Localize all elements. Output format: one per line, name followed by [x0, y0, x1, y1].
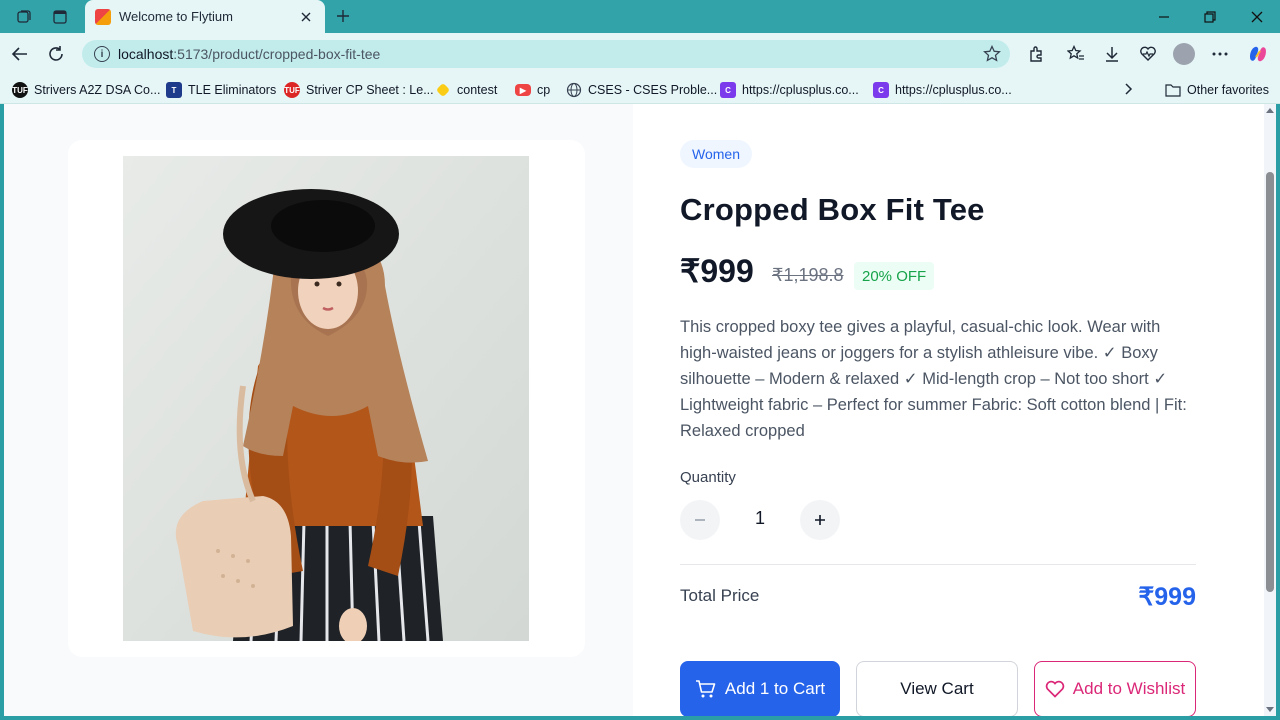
heart-icon — [1045, 680, 1065, 698]
favorite-star-icon[interactable] — [982, 44, 1002, 64]
favorite-item[interactable]: TUF Strivers A2Z DSA Co... — [12, 80, 160, 100]
favorite-item[interactable]: ▶ cp — [515, 80, 550, 100]
view-cart-button[interactable]: View Cart — [856, 661, 1018, 716]
add-to-cart-button[interactable]: Add 1 to Cart — [680, 661, 840, 716]
product-title: Cropped Box Fit Tee — [680, 192, 985, 227]
scroll-up-arrow-icon[interactable] — [1266, 108, 1274, 113]
cplusplus-icon: C — [873, 82, 889, 98]
favorite-item[interactable]: contest — [435, 80, 497, 100]
scroll-down-arrow-icon[interactable] — [1266, 707, 1274, 712]
tab-title: Welcome to Flytium — [119, 9, 233, 24]
browser-toolbar: i localhost:5173/product/cropped-box-fit… — [0, 33, 1280, 75]
vertical-tabs-icon[interactable] — [49, 6, 71, 28]
url-text: localhost:5173/product/cropped-box-fit-t… — [118, 46, 381, 62]
increase-quantity-button[interactable] — [800, 500, 840, 540]
page-viewport: Women Cropped Box Fit Tee ₹999 ₹1,198.8 … — [4, 104, 1264, 716]
other-favorites[interactable]: Other favorites — [1165, 80, 1269, 100]
workspaces-icon[interactable] — [13, 6, 35, 28]
extensions-icon[interactable] — [1024, 42, 1048, 66]
new-tab-button[interactable] — [332, 5, 354, 27]
youtube-icon: ▶ — [515, 84, 531, 96]
scrollbar-thumb[interactable] — [1266, 172, 1274, 592]
add-to-wishlist-button[interactable]: Add to Wishlist — [1034, 661, 1196, 716]
page-scrollbar[interactable] — [1264, 104, 1276, 716]
refresh-icon[interactable] — [44, 42, 68, 66]
site-info-icon[interactable]: i — [94, 46, 110, 62]
favorites-bar: TUF Strivers A2Z DSA Co... T TLE Elimina… — [0, 75, 1280, 104]
restore-button[interactable] — [1198, 5, 1222, 29]
quantity-value: 1 — [754, 508, 765, 528]
minimize-button[interactable] — [1152, 5, 1176, 29]
codechef-icon — [435, 82, 451, 98]
flytium-favicon-icon — [95, 8, 111, 25]
tuf-red-icon: TUF — [284, 82, 300, 98]
favorite-item[interactable]: T TLE Eliminators — [166, 80, 276, 100]
active-tab[interactable]: Welcome to Flytium — [85, 0, 325, 33]
product-description: This cropped boxy tee gives a playful, c… — [680, 318, 1187, 440]
close-tab-icon[interactable] — [297, 8, 315, 26]
product-image-card — [68, 140, 585, 657]
decrease-quantity-button[interactable] — [680, 500, 720, 540]
tuf-icon: TUF — [12, 82, 28, 98]
favorites-icon[interactable] — [1064, 42, 1088, 66]
total-price-value: ₹999 — [1138, 583, 1196, 611]
globe-icon — [566, 82, 582, 98]
tab-strip: Welcome to Flytium — [0, 0, 1280, 33]
plus-icon — [815, 515, 825, 525]
original-price: ₹1,198.8 — [772, 265, 844, 285]
current-price: ₹999 — [680, 253, 754, 289]
copilot-icon[interactable] — [1246, 42, 1270, 66]
total-price-label: Total Price — [680, 586, 760, 605]
more-options-icon[interactable] — [1208, 42, 1232, 66]
address-bar[interactable]: i localhost:5173/product/cropped-box-fit… — [82, 40, 1010, 68]
close-window-button[interactable] — [1245, 5, 1269, 29]
discount-badge: 20% OFF — [854, 262, 935, 290]
product-details-panel: Women Cropped Box Fit Tee ₹999 ₹1,198.8 … — [633, 104, 1264, 716]
tle-icon: T — [166, 82, 182, 98]
minus-icon — [695, 519, 705, 521]
folder-icon — [1165, 83, 1181, 97]
favorite-item[interactable]: CSES - CSES Proble... — [566, 80, 717, 100]
profile-avatar[interactable] — [1172, 42, 1196, 66]
quantity-label: Quantity — [680, 469, 736, 486]
browser-essentials-icon[interactable] — [1136, 42, 1160, 66]
favorite-item[interactable]: C https://cplusplus.co... — [720, 80, 859, 100]
favorite-item[interactable]: C https://cplusplus.co... — [873, 80, 1012, 100]
product-photo — [123, 156, 529, 641]
cplusplus-icon: C — [720, 82, 736, 98]
chevron-right-icon[interactable] — [1120, 81, 1136, 97]
divider — [680, 564, 1196, 565]
downloads-icon[interactable] — [1100, 42, 1124, 66]
back-arrow-icon[interactable] — [8, 42, 32, 66]
category-badge[interactable]: Women — [680, 140, 752, 168]
favorite-item[interactable]: TUF Striver CP Sheet : Le... — [284, 80, 434, 100]
cart-icon — [695, 679, 717, 699]
